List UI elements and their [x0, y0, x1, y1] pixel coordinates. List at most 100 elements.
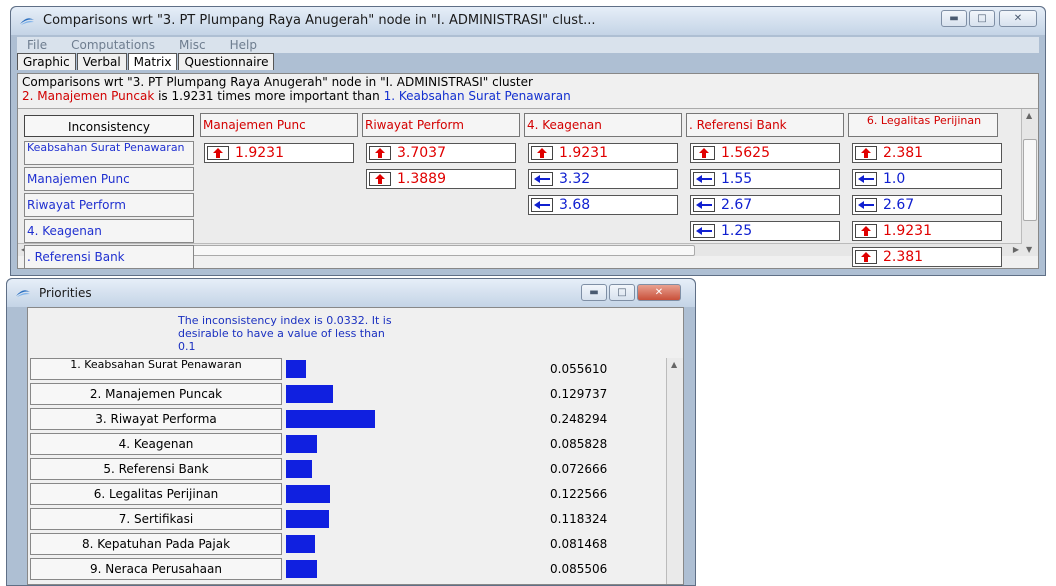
- row-header[interactable]: Riwayat Perform: [24, 193, 194, 217]
- row-header[interactable]: . Referensi Bank: [24, 245, 194, 269]
- window-title: Comparisons wrt "3. PT Plumpang Raya Anu…: [43, 13, 596, 28]
- comparison-value: 2.67: [883, 197, 915, 213]
- left-arrow-icon[interactable]: [855, 198, 877, 212]
- column-header[interactable]: Manajemen Punc: [200, 113, 358, 137]
- matrix-cell[interactable]: 2.67: [852, 195, 1002, 215]
- priority-row: 7. Sertifikasi 0.118324: [30, 508, 670, 530]
- matrix-cell[interactable]: 2.381: [852, 247, 1002, 267]
- menu-file[interactable]: File: [27, 37, 47, 53]
- matrix-cell[interactable]: 1.55: [690, 169, 840, 189]
- comparisons-window: Comparisons wrt "3. PT Plumpang Raya Anu…: [10, 6, 1046, 276]
- priority-label: 4. Keagenan: [30, 433, 282, 455]
- row-header[interactable]: Manajemen Punc: [24, 167, 194, 191]
- matrix-cell[interactable]: 1.9231: [528, 143, 678, 163]
- matrix-cell[interactable]: 1.3889: [366, 169, 516, 189]
- matrix-cell[interactable]: 1.0: [852, 169, 1002, 189]
- maximize-button[interactable]: □: [969, 10, 995, 27]
- matrix-cell[interactable]: 2.381: [852, 143, 1002, 163]
- up-arrow-icon[interactable]: [855, 146, 877, 160]
- app-icon: [20, 18, 34, 25]
- inconsistency-note: The inconsistency index is 0.0332. It is…: [178, 314, 392, 353]
- priority-row: 3. Riwayat Performa 0.248294: [30, 408, 670, 430]
- dominant-node: 2. Manajemen Puncak: [22, 89, 155, 103]
- priority-row: 6. Legalitas Perijinan 0.122566: [30, 483, 670, 505]
- menu-bar: File Computations Misc Help: [17, 37, 1039, 53]
- priority-label: 5. Referensi Bank: [30, 458, 282, 480]
- tab-graphic[interactable]: Graphic: [17, 53, 76, 70]
- matrix-cell[interactable]: 3.68: [528, 195, 678, 215]
- close-button[interactable]: ✕: [637, 284, 681, 301]
- matrix-cell[interactable]: 1.9231: [204, 143, 354, 163]
- column-header[interactable]: 4. Keagenan: [524, 113, 682, 137]
- left-arrow-icon[interactable]: [693, 198, 715, 212]
- tab-matrix[interactable]: Matrix: [127, 53, 178, 70]
- priority-row: 9. Neraca Perusahaan 0.085506: [30, 558, 670, 580]
- priorities-window: Priorities ▬ □ ✕ The inconsistency index…: [6, 278, 696, 586]
- row-header[interactable]: 4. Keagenan: [24, 219, 194, 243]
- column-header[interactable]: Riwayat Perform: [362, 113, 520, 137]
- up-arrow-icon[interactable]: [693, 146, 715, 160]
- left-arrow-icon[interactable]: [693, 224, 715, 238]
- up-arrow-icon[interactable]: [855, 250, 877, 264]
- comparison-value: 1.55: [721, 171, 753, 187]
- column-header[interactable]: 6. Legalitas Perijinan: [848, 113, 998, 137]
- comparison-value: 2.67: [721, 197, 753, 213]
- column-header[interactable]: . Referensi Bank: [686, 113, 844, 137]
- priority-bar: [286, 435, 317, 453]
- left-arrow-icon[interactable]: [531, 198, 553, 212]
- matrix-cell[interactable]: 1.9231: [852, 221, 1002, 241]
- maximize-button[interactable]: □: [609, 284, 635, 301]
- priority-label: 7. Sertifikasi: [30, 508, 282, 530]
- priorities-panel: The inconsistency index is 0.0332. It is…: [27, 307, 684, 585]
- matrix-cell[interactable]: 3.32: [528, 169, 678, 189]
- comparison-matrix: Inconsistency ▲ ▼ ◀ ▶ Manajemen PuncRiwa…: [18, 108, 1038, 269]
- title-bar[interactable]: Comparisons wrt "3. PT Plumpang Raya Anu…: [11, 7, 1045, 35]
- comparison-context: Comparisons wrt "3. PT Plumpang Raya Anu…: [22, 75, 533, 89]
- priority-bar: [286, 485, 330, 503]
- vertical-scrollbar[interactable]: ▲ ▼: [1021, 109, 1038, 256]
- priority-value: 0.122566: [550, 487, 608, 501]
- inconsistency-button[interactable]: Inconsistency: [24, 115, 194, 137]
- priority-value: 0.085506: [550, 562, 608, 576]
- comparison-value: 1.9231: [559, 145, 608, 161]
- menu-help[interactable]: Help: [230, 37, 257, 53]
- close-button[interactable]: ✕: [999, 10, 1037, 27]
- comparison-value: 1.3889: [397, 171, 446, 187]
- menu-computations[interactable]: Computations: [71, 37, 155, 53]
- tab-questionnaire[interactable]: Questionnaire: [178, 53, 275, 70]
- matrix-cell[interactable]: 1.5625: [690, 143, 840, 163]
- left-arrow-icon[interactable]: [855, 172, 877, 186]
- minimize-button[interactable]: ▬: [941, 10, 967, 27]
- priority-label: 1. Keabsahan Surat Penawaran: [30, 358, 282, 380]
- up-arrow-icon[interactable]: [855, 224, 877, 238]
- row-header[interactable]: Keabsahan Surat Penawaran: [24, 141, 194, 165]
- up-arrow-icon[interactable]: [207, 146, 229, 160]
- priority-value: 0.085828: [550, 437, 608, 451]
- up-arrow-icon[interactable]: [369, 172, 391, 186]
- left-arrow-icon[interactable]: [693, 172, 715, 186]
- priority-row: 2. Manajemen Puncak 0.129737: [30, 383, 670, 405]
- window-title: Priorities: [39, 286, 92, 300]
- vertical-scrollbar[interactable]: ▲: [666, 358, 683, 584]
- comparison-value: 1.25: [721, 223, 753, 239]
- menu-misc[interactable]: Misc: [179, 37, 206, 53]
- priority-value: 0.072666: [550, 462, 608, 476]
- priority-bar: [286, 410, 375, 428]
- matrix-cell[interactable]: 3.7037: [366, 143, 516, 163]
- matrix-cell[interactable]: 2.67: [690, 195, 840, 215]
- up-arrow-icon[interactable]: [369, 146, 391, 160]
- left-arrow-icon[interactable]: [531, 172, 553, 186]
- priority-label: 6. Legalitas Perijinan: [30, 483, 282, 505]
- matrix-panel: Comparisons wrt "3. PT Plumpang Raya Anu…: [17, 73, 1039, 269]
- title-bar[interactable]: Priorities ▬ □ ✕: [7, 279, 695, 307]
- comparison-value: 2.381: [883, 145, 924, 161]
- matrix-cell[interactable]: 1.25: [690, 221, 840, 241]
- priority-bar: [286, 460, 312, 478]
- minimize-button[interactable]: ▬: [581, 284, 607, 301]
- up-arrow-icon[interactable]: [531, 146, 553, 160]
- scroll-thumb[interactable]: [1023, 139, 1037, 221]
- priority-value: 0.055610: [550, 362, 608, 376]
- priority-label: 2. Manajemen Puncak: [30, 383, 282, 405]
- priority-value: 0.081468: [550, 537, 608, 551]
- tab-verbal[interactable]: Verbal: [76, 53, 127, 70]
